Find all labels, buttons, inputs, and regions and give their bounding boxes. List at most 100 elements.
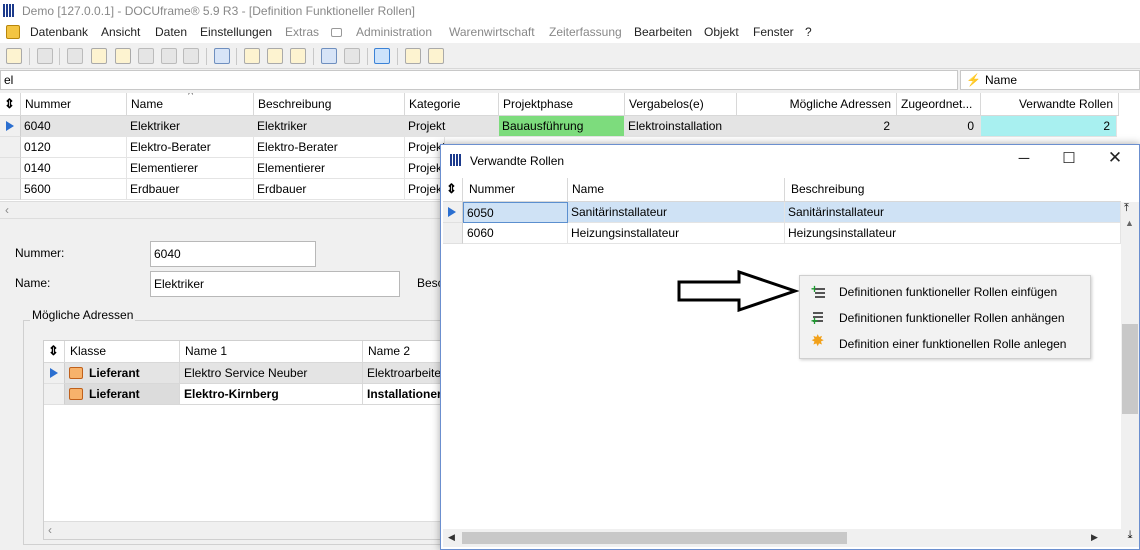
address-card-icon[interactable] bbox=[67, 48, 83, 64]
col-header-beschreibung[interactable]: Beschreibung bbox=[254, 93, 405, 116]
print-icon[interactable] bbox=[37, 48, 53, 64]
find-object-icon[interactable] bbox=[6, 48, 22, 64]
row-indicator[interactable] bbox=[0, 179, 21, 200]
dialog-vscrollbar[interactable]: ⤒ ▲ bbox=[1121, 202, 1139, 532]
scroll-left-icon[interactable]: ◀ bbox=[448, 532, 455, 543]
maximize-icon[interactable]: ☐ bbox=[1054, 149, 1084, 169]
close-icon[interactable]: ✕ bbox=[1100, 148, 1130, 168]
menu-extras[interactable]: Extras bbox=[285, 25, 319, 39]
scroll-right-icon[interactable]: ▶ bbox=[1091, 532, 1098, 543]
attachment-icon[interactable] bbox=[161, 48, 177, 64]
col-header-verwandte-rollen[interactable]: Verwandte Rollen bbox=[981, 93, 1119, 116]
menu-administration[interactable]: Administration bbox=[356, 25, 432, 39]
sort-toggle-button[interactable]: ⇕ bbox=[0, 93, 21, 116]
cell-name1[interactable]: Elektro Service Neuber bbox=[180, 363, 363, 384]
row-indicator[interactable] bbox=[0, 137, 21, 158]
mail-icon[interactable] bbox=[267, 48, 283, 64]
col-header-name[interactable]: Name ^ bbox=[127, 93, 254, 116]
menu-fenster[interactable]: Fenster bbox=[753, 25, 794, 39]
cell-nummer[interactable]: 0120 bbox=[21, 137, 127, 158]
col-header-moegliche-adressen[interactable]: Mögliche Adressen bbox=[737, 93, 897, 116]
cell-beschreibung[interactable]: Elementierer bbox=[254, 158, 405, 179]
col-header-klasse[interactable]: Klasse bbox=[65, 341, 180, 363]
cell-zugeordnet[interactable]: 0 bbox=[897, 116, 981, 137]
cell-beschreibung[interactable]: Elektro-Berater bbox=[254, 137, 405, 158]
cell-nummer[interactable]: 5600 bbox=[21, 179, 127, 200]
menu-daten[interactable]: Daten bbox=[155, 25, 187, 39]
phone-icon[interactable] bbox=[214, 48, 230, 64]
cell-klasse[interactable]: Lieferant bbox=[65, 384, 180, 405]
dialog-sort-toggle-button[interactable]: ⇕ bbox=[443, 178, 463, 202]
list-edit-icon[interactable] bbox=[91, 48, 107, 64]
col-header-name1[interactable]: Name 1 bbox=[180, 341, 363, 363]
cell-beschreibung[interactable]: Elektriker bbox=[254, 116, 405, 137]
menu-help[interactable]: ? bbox=[805, 25, 812, 39]
address-sort-toggle-button[interactable]: ⇕ bbox=[44, 341, 65, 363]
menu-item-anlegen[interactable]: ✸ Definition einer funktionellen Rolle a… bbox=[800, 331, 1090, 357]
search-icon[interactable] bbox=[321, 48, 337, 64]
scroll-left-icon[interactable]: ‹ bbox=[48, 523, 52, 537]
address-grid-hscrollbar[interactable]: ‹ bbox=[44, 521, 442, 539]
menu-einstellungen[interactable]: Einstellungen bbox=[200, 25, 272, 39]
detail-view-icon[interactable] bbox=[374, 48, 390, 64]
col-header-name[interactable]: Name bbox=[568, 178, 785, 202]
cell-beschreibung[interactable]: Erdbauer bbox=[254, 179, 405, 200]
row-indicator[interactable] bbox=[443, 202, 463, 223]
folder-icon[interactable] bbox=[115, 48, 131, 64]
scroll-left-icon[interactable]: ‹ bbox=[5, 203, 9, 217]
cell-name[interactable]: Heizungsinstallateur bbox=[568, 223, 785, 244]
cell-name[interactable]: Erdbauer bbox=[127, 179, 254, 200]
menu-zeiterfassung[interactable]: Zeiterfassung bbox=[549, 25, 622, 39]
cell-name2[interactable]: Elektroarbeite bbox=[363, 363, 444, 384]
col-header-projektphase[interactable]: Projektphase bbox=[499, 93, 625, 116]
row-indicator[interactable] bbox=[443, 223, 463, 244]
row-indicator[interactable] bbox=[0, 158, 21, 179]
cell-verwandte-rollen[interactable]: 2 bbox=[981, 116, 1117, 137]
menu-item-anhaengen[interactable]: + Definitionen funktioneller Rollen anhä… bbox=[800, 305, 1090, 331]
menu-item-einfuegen[interactable]: + Definitionen funktioneller Rollen einf… bbox=[800, 279, 1090, 305]
menu-bearbeiten[interactable]: Bearbeiten bbox=[634, 25, 692, 39]
row-indicator[interactable] bbox=[0, 116, 21, 137]
cell-moegliche-adressen[interactable]: 2 bbox=[737, 116, 897, 137]
cell-name[interactable]: Elektriker bbox=[127, 116, 254, 137]
cell-kategorie[interactable]: Projekt bbox=[405, 137, 445, 158]
row-indicator[interactable] bbox=[44, 363, 65, 384]
row-indicator[interactable] bbox=[44, 384, 65, 405]
dialog-vscroll-thumb[interactable] bbox=[1122, 324, 1138, 414]
cell-name[interactable]: Sanitärinstallateur bbox=[568, 202, 785, 223]
menu-datenbank[interactable]: Datenbank bbox=[30, 25, 88, 39]
col-header-kategorie[interactable]: Kategorie bbox=[405, 93, 499, 116]
name-column-selector[interactable]: ⚡ Name bbox=[960, 70, 1140, 90]
cell-kategorie[interactable]: Projekt bbox=[405, 116, 499, 137]
filter-input[interactable]: el bbox=[0, 70, 958, 90]
cell-vergabelos[interactable]: Elektroinstallation bbox=[625, 116, 737, 137]
cell-nummer[interactable]: 6050 bbox=[463, 202, 568, 223]
cell-name2[interactable]: Installationer bbox=[363, 384, 444, 405]
dialog-hscroll-thumb[interactable] bbox=[462, 532, 847, 544]
cell-name[interactable]: Elektro-Berater bbox=[127, 137, 254, 158]
cell-nummer[interactable]: 0140 bbox=[21, 158, 127, 179]
col-header-nummer[interactable]: Nummer bbox=[21, 93, 127, 116]
col-header-vergabelos[interactable]: Vergabelos(e) bbox=[625, 93, 737, 116]
user-settings-icon[interactable] bbox=[405, 48, 421, 64]
send-folder-icon[interactable] bbox=[290, 48, 306, 64]
main-grid-hscrollbar[interactable]: ‹ bbox=[0, 201, 445, 219]
minimize-icon[interactable]: ─ bbox=[1009, 150, 1039, 170]
notes-icon[interactable] bbox=[244, 48, 260, 64]
scroll-up-icon[interactable]: ▲ bbox=[1125, 218, 1134, 228]
search-disabled-icon[interactable] bbox=[344, 48, 360, 64]
menu-warenwirtschaft[interactable]: Warenwirtschaft bbox=[449, 25, 535, 39]
cell-beschreibung[interactable]: Sanitärinstallateur bbox=[785, 202, 1121, 223]
cell-nummer[interactable]: 6060 bbox=[463, 223, 568, 244]
name-field[interactable]: Elektriker bbox=[150, 271, 400, 297]
nummer-field[interactable]: 6040 bbox=[150, 241, 316, 267]
cell-projektphase[interactable]: Bauausführung bbox=[499, 116, 625, 137]
cell-kategorie[interactable]: Projekt bbox=[405, 158, 445, 179]
users-icon[interactable] bbox=[428, 48, 444, 64]
scroll-top-icon[interactable]: ⤒ bbox=[1124, 202, 1129, 215]
dialog-hscrollbar[interactable]: ◀ ▶ bbox=[443, 529, 1121, 547]
col-header-nummer[interactable]: Nummer bbox=[463, 178, 568, 202]
app-menu-icon[interactable] bbox=[6, 25, 20, 39]
cell-klasse[interactable]: Lieferant bbox=[65, 363, 180, 384]
cell-nummer[interactable]: 6040 bbox=[21, 116, 127, 137]
